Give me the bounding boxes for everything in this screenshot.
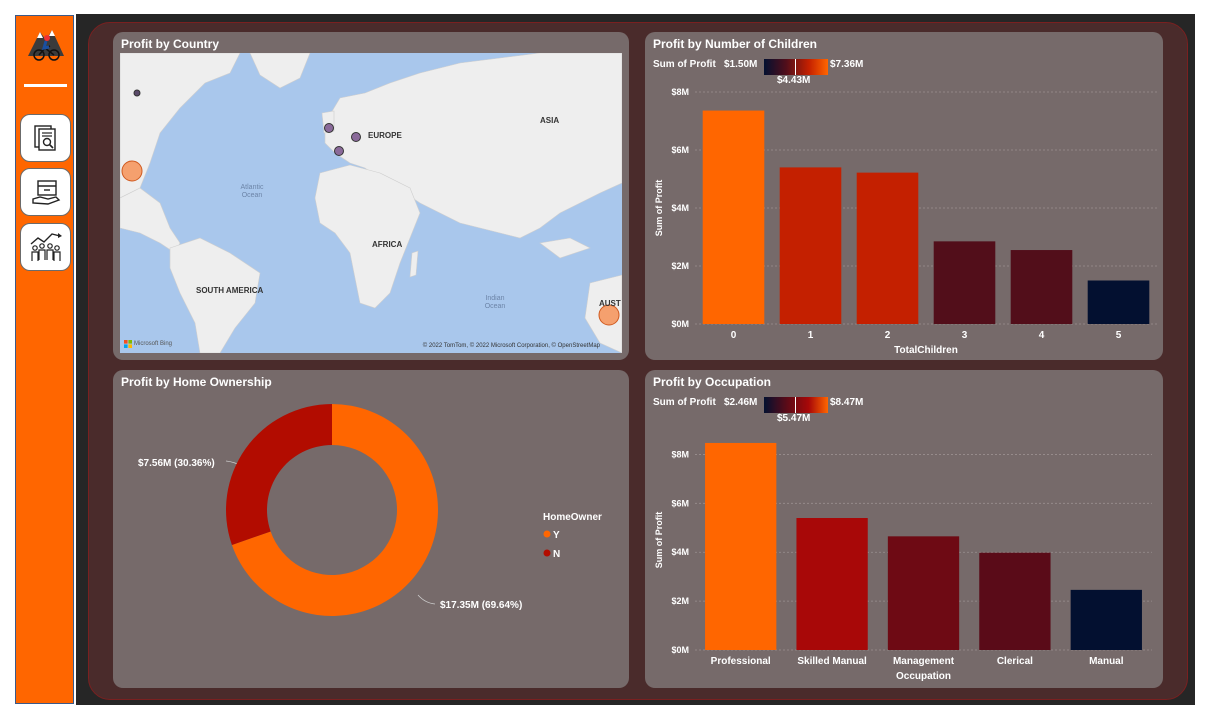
bing-attribution: Microsoft Bing (124, 340, 172, 348)
occupation-bar[interactable] (1070, 589, 1142, 650)
donut-leader-y (417, 594, 436, 605)
occupation-xtick-label: Manual (1089, 656, 1124, 667)
home-donut-chart[interactable]: $7.56M (30.36%) $17.35M (69.64%) HomeOwn… (113, 370, 629, 688)
cyclist-logo-icon (26, 24, 66, 64)
map-label-asia: ASIA (540, 116, 560, 125)
children-xtick-label: 1 (808, 330, 814, 341)
occupation-xtick-label: Skilled Manual (797, 656, 867, 667)
occupation-yaxis-title: Sum of Profit (654, 512, 664, 569)
bing-label: Microsoft Bing (134, 341, 173, 347)
nav-report-button[interactable] (20, 114, 71, 162)
children-ytick-label: $2M (671, 261, 689, 271)
sidebar (15, 15, 74, 704)
children-xtick-label: 2 (885, 330, 891, 341)
children-ytick-label: $0M (671, 319, 689, 329)
occupation-bar[interactable] (979, 552, 1051, 650)
occupation-ytick-label: $2M (671, 596, 689, 606)
occupation-bar[interactable] (887, 536, 960, 650)
product-box-icon (31, 180, 60, 205)
occupation-ytick-label: $0M (671, 645, 689, 655)
children-xtick-label: 0 (731, 330, 737, 341)
microsoft-logo-icon (124, 340, 132, 348)
occupation-ytick-label: $8M (671, 449, 689, 459)
occupation-xtick-label: Professional (711, 656, 771, 667)
nav-customers-button[interactable] (20, 223, 71, 271)
nav-product-button[interactable] (20, 168, 71, 216)
children-bar[interactable] (1010, 250, 1073, 324)
children-ytick-label: $8M (671, 87, 689, 97)
children-bar-chart[interactable]: $0M $2M $4M $6M $8M 0 1 2 3 4 5 TotalChildren Sum of… (645, 32, 1163, 360)
children-bar[interactable] (702, 110, 765, 324)
donut-label-n: $7.56M (30.36%) (138, 458, 215, 469)
report-canvas: Profit by Country EUROPE ASIA AFRICA SOU… (76, 14, 1195, 705)
children-bar[interactable] (933, 241, 996, 324)
children-ytick-label: $4M (671, 203, 689, 213)
home-legend: YN (543, 530, 560, 560)
occupation-bar[interactable] (796, 518, 868, 650)
occupation-bar[interactable] (705, 442, 777, 650)
report-search-icon (33, 125, 56, 151)
report-frame: Profit by Country EUROPE ASIA AFRICA SOU… (88, 22, 1188, 700)
legend-label-y[interactable]: Y (553, 530, 560, 541)
map-label-south-america: SOUTH AMERICA (196, 286, 264, 295)
app-stage: Profit by Country EUROPE ASIA AFRICA SOU… (0, 0, 1208, 721)
donut-slice-n[interactable] (226, 404, 332, 545)
occupation-xtick-label: Management (893, 656, 955, 667)
sidebar-divider (24, 84, 67, 87)
map-panel-title: Profit by Country (121, 37, 219, 51)
children-ytick-label: $6M (671, 145, 689, 155)
home-panel[interactable]: Profit by Home Ownership $7.56M (30.36%)… (113, 370, 629, 688)
map-label-europe: EUROPE (368, 131, 402, 140)
occupation-xtick-label: Clerical (997, 656, 1033, 667)
occupation-ytick-label: $6M (671, 498, 689, 508)
map-panel[interactable]: Profit by Country EUROPE ASIA AFRICA SOU… (113, 32, 629, 360)
children-xaxis-title: TotalChildren (894, 345, 958, 356)
world-map-shapes (120, 53, 622, 353)
occupation-xaxis-title: Occupation (896, 671, 951, 682)
legend-dot-n (543, 549, 551, 557)
children-bar[interactable] (856, 172, 919, 324)
occupation-ytick-label: $4M (671, 547, 689, 557)
donut-label-y: $17.35M (69.64%) (440, 600, 522, 611)
map-label-africa: AFRICA (372, 240, 403, 249)
home-legend-title: HomeOwner (543, 512, 602, 523)
children-xtick-label: 3 (962, 330, 968, 341)
children-xtick-label: 5 (1116, 330, 1122, 341)
children-bar[interactable] (1087, 280, 1150, 325)
map-credit[interactable]: © 2022 TomTom, © 2022 Microsoft Corporat… (423, 343, 600, 349)
world-map[interactable]: EUROPE ASIA AFRICA SOUTH AMERICA AUST At… (120, 53, 622, 353)
map-label-australia: AUST (599, 299, 621, 308)
legend-dot-y (543, 530, 551, 538)
children-yaxis-title: Sum of Profit (654, 180, 664, 237)
occupation-panel[interactable]: Profit by Occupation Sum of Profit $2.46… (645, 370, 1163, 688)
children-xtick-label: 4 (1039, 330, 1045, 341)
legend-label-n[interactable]: N (553, 549, 560, 560)
customers-growth-icon (30, 233, 62, 261)
map-label-atlantic: Atlantic Ocean (240, 184, 264, 199)
occupation-bar-chart[interactable]: $0M $2M $4M $6M $8M Professional Skilled Manua… (645, 370, 1163, 688)
children-bar[interactable] (779, 167, 842, 324)
children-panel[interactable]: Profit by Number of Children Sum of Prof… (645, 32, 1163, 360)
map-label-indian: Indian Ocean (484, 295, 506, 310)
